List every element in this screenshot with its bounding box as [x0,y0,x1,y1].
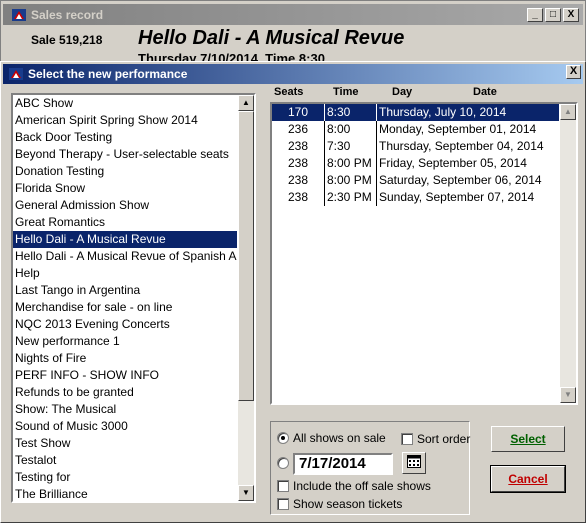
sort-order-label: Sort order [417,432,471,446]
scrollbar-thumb[interactable] [238,111,254,401]
performance-seats: 236 [287,122,308,136]
header-date: Date [473,86,497,98]
show-list-item[interactable]: Florida Snow [13,180,237,197]
performance-day-date: Thursday, September 04, 2014 [376,138,566,155]
performance-row[interactable]: 236 8:00 Monday, September 01, 2014 [272,121,559,138]
dialog-titlebar[interactable]: Select the new performance [3,64,583,84]
show-list-item[interactable]: Sound of Music 3000 [13,418,237,435]
performance-time: 8:00 PM [324,155,376,172]
show-list-item[interactable]: Donation Testing [13,163,237,180]
show-list-item[interactable]: General Admission Show [13,197,237,214]
show-list[interactable]: ABC Show American Spirit Spring Show 2014… [11,93,256,503]
performance-seats: 238 [287,139,308,153]
all-shows-label: All shows on sale [293,431,386,445]
show-list-item[interactable]: Beyond Therapy - User-selectable seats [13,146,237,163]
show-heading: Hello Dali - A Musical Revue [138,27,405,49]
sale-number: Sale 519,218 [31,33,103,47]
performance-list[interactable]: 170 8:30 Thursday, July 10, 2014 236 8:00 Mon… [270,102,578,405]
date-radio[interactable] [277,457,289,469]
app-flag-icon [11,7,27,23]
sales-record-titlebar[interactable]: Sales record _ □ X [3,4,583,25]
show-list-item[interactable]: Test Show [13,435,237,452]
performance-day-date: Sunday, September 07, 2014 [376,189,566,206]
calendar-button[interactable] [402,452,426,474]
header-time: Time [333,86,359,98]
include-off-sale-label: Include the off sale shows [293,479,431,493]
show-list-item[interactable]: Refunds to be granted [13,384,237,401]
show-season-checkbox[interactable] [277,498,289,510]
maximize-button[interactable]: □ [545,7,561,22]
performance-time: 8:00 PM [324,172,376,189]
show-season-label: Show season tickets [293,497,403,511]
sales-record-title: Sales record [31,7,104,22]
performance-time: 2:30 PM [324,189,376,206]
performance-row[interactable]: 238 7:30 Thursday, September 04, 2014 [272,138,559,155]
performance-time: 8:00 [324,121,376,138]
performance-time: 7:30 [324,138,376,155]
sort-order-option[interactable]: Sort order [401,432,470,446]
app-flag-icon [8,66,24,82]
sort-order-checkbox[interactable] [401,433,413,445]
all-shows-radio[interactable] [277,432,289,444]
dialog-close-button[interactable]: X [566,65,581,79]
performance-time: 8:30 [324,104,376,121]
show-list-item[interactable]: Merchandise for sale - on line [13,299,237,316]
show-list-item[interactable]: Great Romantics [13,214,237,231]
scroll-up-arrow-icon[interactable]: ▲ [238,95,254,111]
show-list-item[interactable]: PERF INFO - SHOW INFO [13,367,237,384]
show-list-item[interactable]: Testing for [13,469,237,486]
performance-list-scrollbar[interactable]: ▲ ▼ [560,104,576,403]
show-list-scrollbar[interactable]: ▲ ▼ [238,95,254,501]
header-seats: Seats [274,86,304,98]
close-button[interactable]: X [563,7,579,22]
performance-day-date: Monday, September 01, 2014 [376,121,566,138]
performance-seats: 238 [287,156,308,170]
show-list-item[interactable]: Help [13,265,237,282]
show-list-item[interactable]: Last Tango in Argentina [13,282,237,299]
select-button[interactable]: Select [491,426,565,452]
show-list-item[interactable]: Show: The Musical [13,401,237,418]
cancel-button[interactable]: Cancel [490,465,566,493]
show-list-item[interactable]: Testalot [13,452,237,469]
dialog-title: Select the new performance [28,67,188,81]
all-shows-radio-option[interactable]: All shows on sale [277,431,386,445]
performance-row[interactable]: 170 8:30 Thursday, July 10, 2014 [272,104,559,121]
show-list-item[interactable]: Back Door Testing [13,129,237,146]
show-list-item[interactable]: ABC Show [13,95,237,112]
show-list-item[interactable]: Hello Dali - A Musical Revue of Spanish … [13,248,237,265]
date-radio-option[interactable] [277,457,289,469]
show-list-item[interactable]: Nights of Fire [13,350,237,367]
performance-row[interactable]: 238 8:00 PM Saturday, September 06, 2014 [272,172,559,189]
header-day: Day [392,86,413,98]
scroll-down-arrow-icon[interactable]: ▼ [238,485,254,501]
performance-day-date: Saturday, September 06, 2014 [376,172,566,189]
performance-seats: 238 [287,173,308,187]
performance-day-date: Friday, September 05, 2014 [376,155,566,172]
show-list-item[interactable]: NQC 2013 Evening Concerts [13,316,237,333]
include-off-sale-checkbox[interactable] [277,480,289,492]
calendar-icon [407,455,421,471]
minimize-button[interactable]: _ [527,7,543,22]
performance-seats: 170 [287,105,308,119]
show-list-item[interactable]: Hello Dali - A Musical Revue [13,231,237,248]
performance-row[interactable]: 238 2:30 PM Sunday, September 07, 2014 [272,189,559,206]
performance-headers: Seats Time Day Date [271,86,571,102]
date-field[interactable]: 7/17/2014 [293,453,393,475]
performance-row[interactable]: 238 8:00 PM Friday, September 05, 2014 [272,155,559,172]
performance-seats: 238 [287,190,308,204]
performance-day-date: Thursday, July 10, 2014 [376,104,566,121]
scroll-down-arrow-icon[interactable]: ▼ [560,387,576,403]
show-list-item[interactable]: New performance 1 [13,333,237,350]
show-list-item[interactable]: The Brilliance [13,486,237,501]
scroll-up-arrow-icon[interactable]: ▲ [560,104,576,120]
show-list-item[interactable]: American Spirit Spring Show 2014 [13,112,237,129]
show-season-option[interactable]: Show season tickets [277,497,402,511]
include-off-sale-option[interactable]: Include the off sale shows [277,479,431,493]
